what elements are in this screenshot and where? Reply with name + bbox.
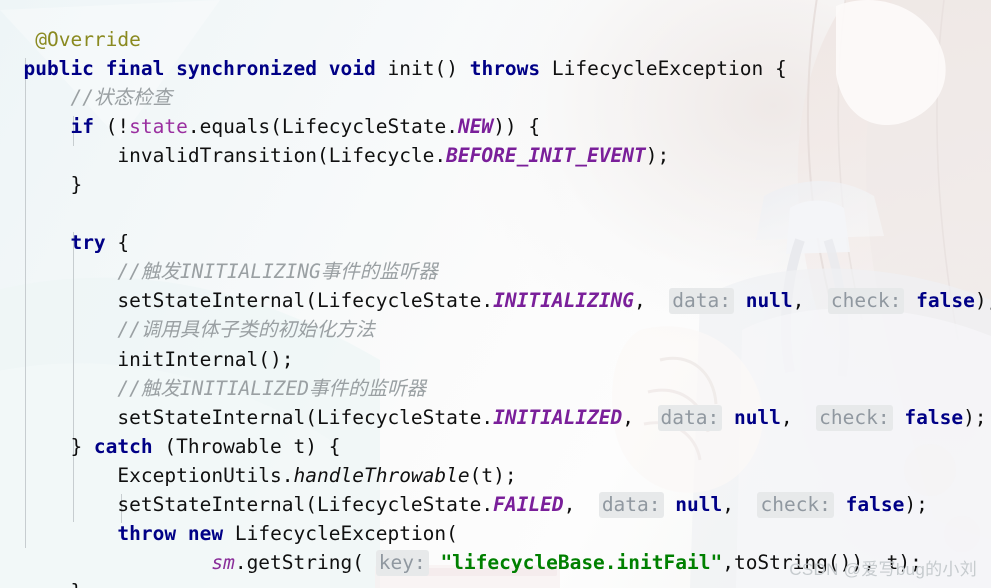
token-field-state: state (129, 114, 188, 138)
token-const-new: NEW (457, 114, 494, 138)
token-keyword-new: new (187, 522, 224, 546)
token-keyword-catch: catch (93, 434, 153, 458)
token-string-initfail: "lifecycleBase.initFail" (440, 551, 723, 575)
token-method-initinternal: initInternal() (117, 347, 282, 371)
comment-initialized-listener: //触发INITIALIZED事件的监听器 (117, 376, 427, 400)
token-static-field-sm: sm (211, 551, 235, 575)
token-method-handlethrowable: handleThrowable (293, 463, 470, 487)
token-method-setstateinternal-2: setStateInternal (117, 405, 306, 429)
token-method-equals: equals (199, 114, 271, 138)
token-keyword-false-1: false (916, 289, 975, 313)
token-keyword-false-2: false (904, 405, 964, 429)
code-line-11: //调用具体子类的初始化方法 (0, 315, 991, 344)
token-type-lifecyclestate-1: LifecycleState (281, 114, 447, 138)
inlay-hint-data-2[interactable]: data: (657, 404, 723, 431)
comment-initializing-listener: //触发INITIALIZING事件的监听器 (117, 260, 438, 284)
code-line-2: public final synchronized void init() th… (23, 56, 787, 80)
code-line-17: setStateInternal(LifecycleState.FAILED, … (117, 492, 928, 518)
java-source-code[interactable]: @Override public final synchronized void… (0, 20, 991, 588)
token-method-setstateinternal-3: setStateInternal (117, 493, 306, 516)
code-line-12: initInternal(); (117, 347, 294, 371)
token-keyword-null-1: null (745, 289, 793, 313)
comment-subclass-init: //调用具体子类的初始化方法 (117, 318, 375, 342)
token-type-lifecyclestate-3: LifecycleState (317, 405, 482, 429)
token-keyword-synchronized: synchronized (176, 56, 318, 80)
inlay-hint-check-3[interactable]: check: (757, 492, 834, 518)
token-method-init: init() (387, 56, 458, 80)
inlay-hint-data-3[interactable]: data: (598, 492, 664, 518)
token-keyword-null-3: null (675, 493, 723, 516)
token-method-setstateinternal-1: setStateInternal (117, 289, 306, 313)
inlay-hint-data-1[interactable]: data: (669, 288, 734, 315)
token-const-initializing: INITIALIZING (493, 289, 635, 313)
token-const-failed: FAILED (493, 493, 564, 516)
token-keyword-public: public (23, 56, 94, 80)
comment-state-check: //状态检查 (70, 85, 172, 109)
token-type-throwable: Throwable (176, 434, 282, 458)
code-line-9: //触发INITIALIZING事件的监听器 (0, 257, 991, 286)
csdn-watermark: CSDN @爱写bug的小刘 (789, 560, 977, 579)
inlay-hint-check-1[interactable]: check: (827, 288, 905, 315)
code-line-4: if (!state.equals(LifecycleState.NEW)) { (70, 114, 541, 138)
token-annotation-override: @Override (35, 27, 141, 51)
token-keyword-throws: throws (469, 56, 541, 80)
token-type-lifecycleexception: LifecycleException (551, 56, 764, 80)
token-keyword-throw: throw (117, 522, 177, 546)
token-const-before-init-event: BEFORE_INIT_EVENT (446, 143, 646, 167)
token-type-lifecyclestate-4: LifecycleState (317, 493, 482, 516)
token-method-getstring: getString (246, 551, 353, 575)
token-var-t-1: t (293, 434, 306, 458)
token-keyword-null-2: null (733, 405, 781, 429)
code-line-16: ExceptionUtils.handleThrowable(t); (117, 463, 517, 487)
code-line-15: } catch (Throwable t) { (0, 434, 341, 458)
token-keyword-false-3: false (845, 493, 905, 516)
code-line-10: setStateInternal(LifecycleState.INITIALI… (117, 288, 991, 315)
code-line-8: try { (70, 231, 130, 255)
token-const-initialized: INITIALIZED (493, 405, 623, 429)
code-line-6: } (0, 172, 83, 196)
token-keyword-final: final (105, 56, 165, 80)
token-type-exceptionutils: ExceptionUtils (117, 463, 282, 487)
token-keyword-if: if (70, 114, 94, 138)
inlay-hint-key[interactable]: key: (375, 550, 429, 577)
token-keyword-void: void (328, 56, 376, 80)
code-line-5: invalidTransition(Lifecycle.BEFORE_INIT_… (117, 143, 670, 167)
token-var-t-2: t (481, 463, 494, 487)
code-editor-screenshot: @Override public final synchronized void… (0, 0, 991, 588)
token-type-lifecycle: Lifecycle (328, 143, 435, 167)
code-line-13: //触发INITIALIZED事件的监听器 (0, 374, 991, 403)
code-line-14: setStateInternal(LifecycleState.INITIALI… (117, 404, 987, 431)
code-line-3: //状态检查 (0, 83, 991, 112)
code-line-18: throw new LifecycleException( (117, 522, 458, 546)
code-line-1: @Override (0, 25, 991, 54)
token-keyword-try: try (70, 231, 106, 255)
token-method-invalidtransition: invalidTransition (117, 143, 317, 167)
inlay-hint-check-2[interactable]: check: (816, 404, 893, 431)
token-type-lifecycleexception-2: LifecycleException (234, 522, 447, 546)
token-type-lifecyclestate-2: LifecycleState (317, 289, 482, 313)
